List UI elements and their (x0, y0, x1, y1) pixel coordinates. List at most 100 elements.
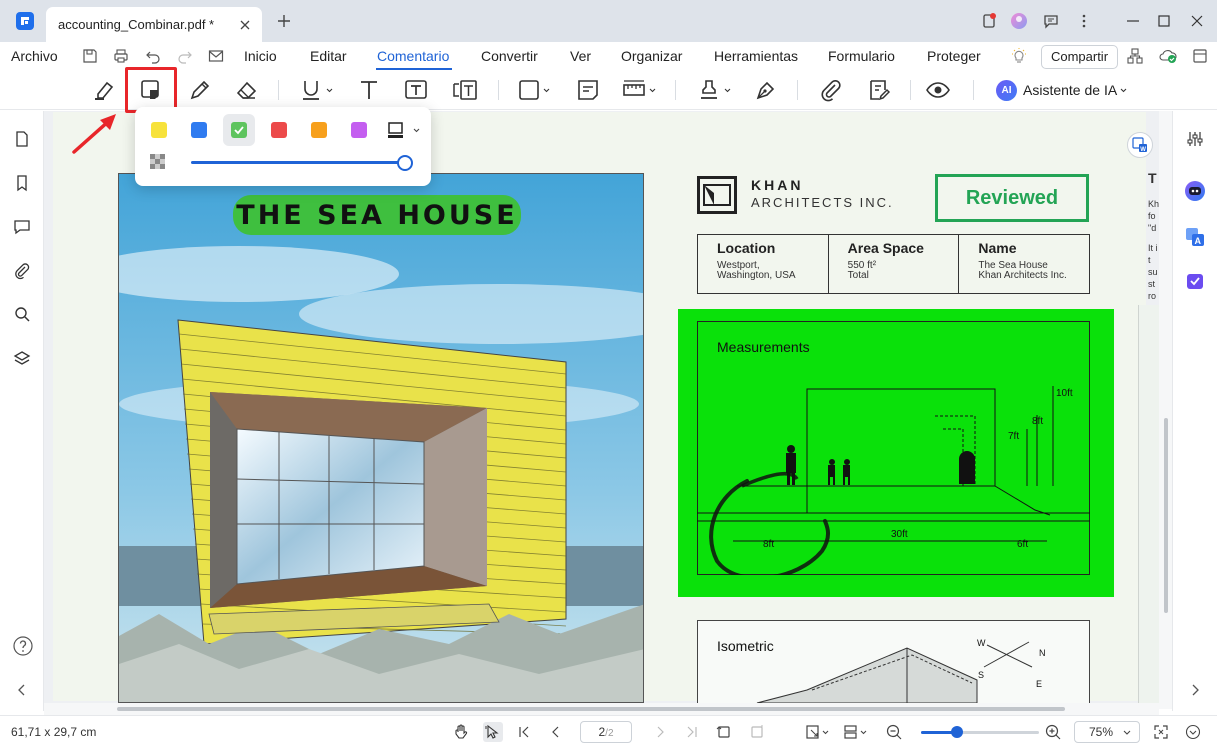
checkmark-icon (234, 126, 244, 135)
comment-list-tool[interactable] (867, 76, 891, 104)
color-swatch[interactable] (151, 122, 167, 138)
new-tab-icon[interactable] (275, 12, 293, 30)
save-icon[interactable] (82, 48, 98, 64)
vertical-scrollbar[interactable] (1159, 111, 1172, 709)
document-tab[interactable]: accounting_Combinar.pdf * (46, 7, 262, 42)
chevron-down-icon (326, 88, 333, 92)
last-page-icon[interactable] (683, 723, 701, 741)
minimize-icon[interactable] (1124, 12, 1142, 30)
previous-page-icon[interactable] (547, 723, 565, 741)
opacity-slider[interactable] (191, 161, 405, 164)
crop-page-icon[interactable] (748, 723, 766, 741)
textbox-tool[interactable] (404, 76, 428, 104)
convert-to-word-button[interactable]: W (1127, 132, 1153, 158)
lightbulb-icon[interactable] (1011, 48, 1027, 64)
show-hide-tool[interactable] (926, 76, 950, 104)
collapse-status-icon[interactable] (1184, 723, 1202, 741)
page-layout-icon[interactable] (843, 723, 869, 741)
close-tab-icon[interactable] (240, 20, 250, 30)
maximize-icon[interactable] (1155, 12, 1173, 30)
signature-tool[interactable] (754, 76, 778, 104)
pencil-tool[interactable] (188, 76, 212, 104)
dim-7ft: 7ft (1008, 431, 1019, 442)
textbox-icon (405, 80, 427, 99)
translate-icon[interactable]: A (1184, 226, 1206, 248)
zoom-out-icon[interactable] (885, 723, 903, 741)
chevron-down-icon (1120, 88, 1127, 92)
highlight-tool[interactable] (92, 76, 116, 104)
share-button[interactable]: Compartir (1041, 45, 1118, 69)
panel-toggle-icon[interactable] (1192, 48, 1208, 64)
rotate-icon[interactable] (715, 723, 733, 741)
text-tool[interactable] (357, 76, 381, 104)
ai-assistant-button[interactable]: AI Asistente de IA (996, 77, 1127, 103)
horizontal-scroll-thumb[interactable] (117, 707, 1065, 711)
attach-tool[interactable] (818, 76, 842, 104)
menu-herramientas[interactable]: Herramientas (714, 42, 798, 72)
page-number-field[interactable]: 2/2 (580, 721, 632, 743)
zoom-in-icon[interactable] (1044, 723, 1062, 741)
note-tool[interactable] (576, 76, 600, 104)
notification-icon[interactable] (980, 12, 998, 30)
color-swatch[interactable] (231, 122, 247, 138)
reviewed-stamp[interactable]: Reviewed (935, 174, 1089, 222)
menu-archivo[interactable]: Archivo (11, 42, 58, 72)
attachments-icon[interactable] (13, 262, 31, 280)
color-swatch[interactable] (351, 122, 367, 138)
layers-icon[interactable] (13, 350, 31, 368)
color-swatch[interactable] (311, 122, 327, 138)
expand-right-icon[interactable] (1184, 679, 1206, 701)
color-swatch[interactable] (191, 122, 207, 138)
menu-formulario[interactable]: Formulario (828, 42, 895, 72)
zoom-slider-handle[interactable] (951, 726, 963, 738)
shape-tool[interactable] (518, 76, 550, 104)
next-page-icon[interactable] (651, 723, 669, 741)
underline-tool[interactable] (299, 76, 333, 104)
measure-tool[interactable] (622, 76, 656, 104)
cloud-sync-icon[interactable] (1159, 48, 1177, 64)
search-icon[interactable] (13, 305, 31, 323)
ai-chatbot-icon[interactable] (1184, 180, 1206, 202)
menu-organizar[interactable]: Organizar (621, 42, 682, 72)
border-color-picker[interactable] (387, 121, 420, 139)
select-tool-icon[interactable] (483, 722, 503, 742)
print-icon[interactable] (113, 48, 129, 64)
menu-convertir[interactable]: Convertir (481, 42, 538, 72)
menu-proteger[interactable]: Proteger (927, 42, 981, 72)
zoom-level-select[interactable]: 75% (1074, 721, 1140, 743)
menu-editar[interactable]: Editar (310, 42, 347, 72)
vertical-scroll-thumb[interactable] (1164, 418, 1168, 613)
help-icon[interactable] (13, 636, 33, 656)
redo-icon[interactable] (177, 48, 193, 64)
more-options-icon[interactable] (1075, 12, 1093, 30)
stamp-tool[interactable] (697, 76, 731, 104)
dim-8ft-width: 8ft (763, 539, 774, 550)
khan-logo-icon (697, 176, 737, 214)
connect-icon[interactable] (1127, 48, 1143, 64)
hand-tool-icon[interactable] (452, 723, 470, 741)
eye-icon (926, 82, 950, 98)
collapse-left-icon[interactable] (13, 681, 31, 699)
opacity-slider-handle[interactable] (397, 155, 413, 171)
fit-page-icon[interactable] (805, 723, 831, 741)
callout-tool[interactable] (452, 76, 478, 104)
properties-icon[interactable] (1184, 128, 1206, 150)
menu-inicio[interactable]: Inicio (244, 42, 277, 72)
eraser-tool[interactable] (235, 76, 259, 104)
close-window-icon[interactable] (1188, 12, 1206, 30)
page-thumbnails-icon[interactable] (13, 130, 31, 148)
undo-icon[interactable] (145, 48, 161, 64)
comments-panel-icon[interactable] (13, 218, 31, 236)
first-page-icon[interactable] (515, 723, 533, 741)
poster-title: THE SEA HOUSE (233, 195, 521, 235)
avatar-icon[interactable] (1010, 12, 1028, 30)
menu-ver[interactable]: Ver (570, 42, 591, 72)
feedback-icon[interactable] (1042, 12, 1060, 30)
mail-icon[interactable] (208, 48, 224, 64)
bookmark-icon[interactable] (13, 174, 31, 192)
color-swatch[interactable] (271, 122, 287, 138)
fullscreen-icon[interactable] (1152, 723, 1170, 741)
info-heading: Location (717, 240, 776, 256)
task-check-icon[interactable] (1184, 270, 1206, 292)
app-logo-icon[interactable] (16, 12, 34, 30)
